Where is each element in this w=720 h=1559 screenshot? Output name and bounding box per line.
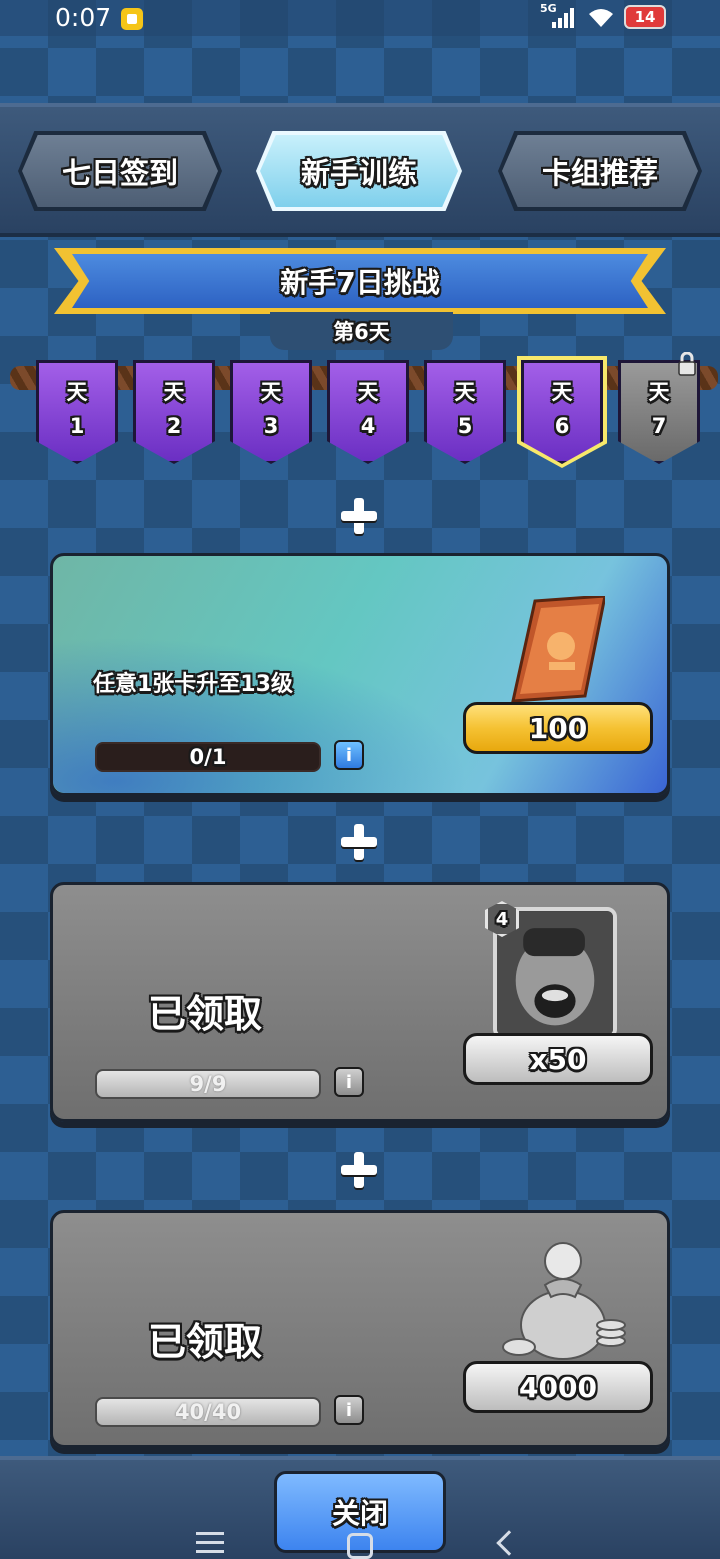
day-number: 7 (651, 414, 667, 438)
lock-icon (678, 352, 696, 376)
status-bar: 0:07 5G 14 (0, 0, 720, 36)
current-day-label: 第6天 (270, 312, 453, 350)
claimed-status: 已领取 (148, 992, 263, 1036)
day-banner-3[interactable]: 天3 (230, 360, 312, 464)
notification-app-icon (121, 8, 143, 30)
coin-bag-icon (502, 1242, 626, 1360)
day-banner-2[interactable]: 天2 (133, 360, 215, 464)
tab-bar: 七日签到 新手训练 卡组推荐 (0, 103, 720, 237)
status-time: 0:07 (55, 3, 112, 32)
task-progress-text: 40/40 (174, 1400, 242, 1424)
tab-beginner-training[interactable]: 新手训练 (260, 135, 458, 207)
info-button[interactable]: i (334, 1067, 364, 1097)
claim-reward-button[interactable]: 100 (463, 702, 653, 754)
signal-icon (552, 8, 578, 28)
task-progress-bar: 40/40 (95, 1397, 321, 1427)
battery-level: 14 (634, 8, 656, 26)
day-banner-1[interactable]: 天1 (36, 360, 118, 464)
day-number: 5 (457, 414, 473, 438)
plus-icon (341, 1152, 377, 1188)
info-button[interactable]: i (334, 740, 364, 770)
day-number: 3 (263, 414, 279, 438)
task-card-active: 任意1张卡升至13级 0/1 i 100 (50, 553, 670, 796)
day-banner-4[interactable]: 天4 (327, 360, 409, 464)
book-icon (511, 596, 605, 703)
day-label: 天 (163, 380, 185, 404)
claimed-status: 已领取 (148, 1320, 263, 1364)
reward-amount-button[interactable]: x50 (463, 1033, 653, 1085)
nav-menu-icon[interactable] (196, 1532, 224, 1554)
day-label: 天 (66, 380, 88, 404)
task-progress-text: 0/1 (189, 745, 227, 769)
task-card-claimed: 已领取 9/9 i 4 x50 (50, 882, 670, 1122)
day-number: 1 (69, 414, 85, 438)
day-number: 6 (554, 414, 570, 438)
day-label: 天 (357, 380, 379, 404)
tab-deck-recommend[interactable]: 卡组推荐 (502, 135, 698, 207)
day-label: 天 (551, 380, 573, 404)
task-progress-bar: 0/1 (95, 742, 321, 772)
day-number: 2 (166, 414, 182, 438)
task-progress-text: 9/9 (189, 1072, 227, 1096)
day-number: 4 (360, 414, 376, 438)
day-label: 天 (454, 380, 476, 404)
plus-icon (341, 824, 377, 860)
tab-seven-day-checkin[interactable]: 七日签到 (22, 135, 218, 207)
wifi-icon (589, 9, 613, 27)
reward-amount-button[interactable]: 4000 (463, 1361, 653, 1413)
day-banner-5[interactable]: 天5 (424, 360, 506, 464)
task-description: 任意1张卡升至13级 (93, 672, 293, 697)
plus-icon (341, 498, 377, 534)
day-label: 天 (648, 380, 670, 404)
task-card-claimed: 已领取 40/40 i 4000 (50, 1210, 670, 1448)
battery-icon: 14 (624, 5, 666, 29)
challenge-title: 新手7日挑战 (72, 254, 648, 308)
day-label: 天 (260, 380, 282, 404)
nav-home-icon[interactable] (347, 1533, 373, 1559)
info-button[interactable]: i (334, 1395, 364, 1425)
task-progress-bar: 9/9 (95, 1069, 321, 1099)
